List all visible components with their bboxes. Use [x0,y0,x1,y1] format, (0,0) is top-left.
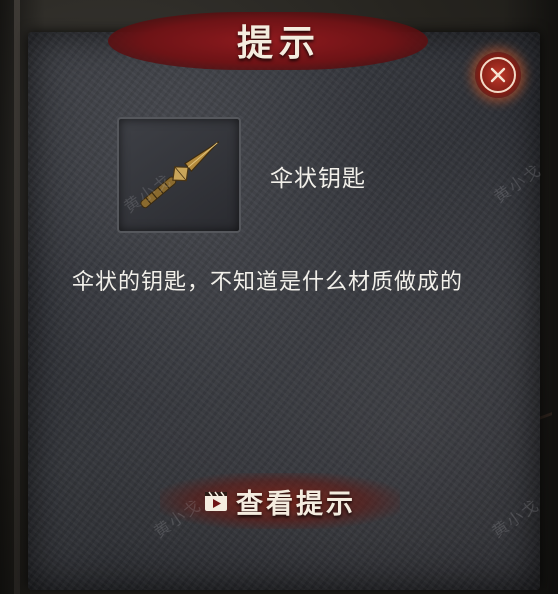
view-hint-label: 查看提示 [236,488,356,520]
umbrella-shaped-key-icon [140,141,220,209]
item-name: 伞状钥匙 [270,166,366,192]
item-description: 伞状的钥匙，不知道是什么材质做成的 [72,270,464,295]
video-play-icon [205,491,227,511]
item-image-frame [117,117,241,233]
close-x-icon [480,57,516,93]
dialog-title: 提示 [236,23,321,64]
close-button[interactable] [475,52,521,98]
